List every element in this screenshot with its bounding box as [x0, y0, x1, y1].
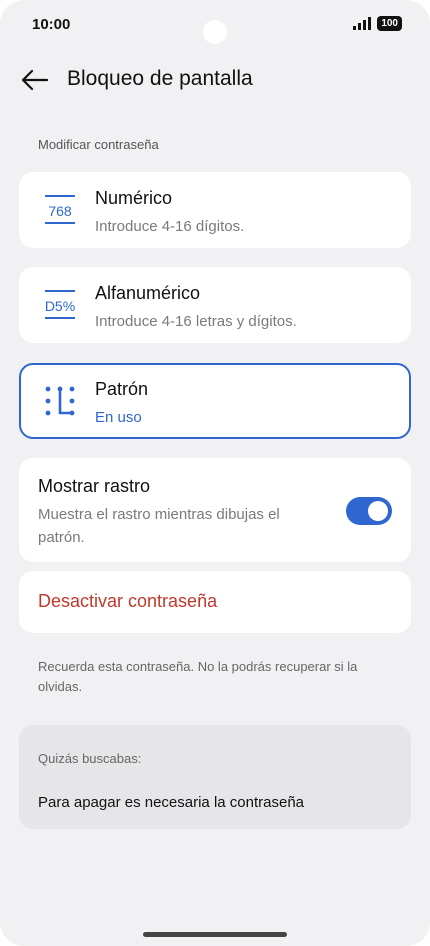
signal-icon — [353, 17, 372, 30]
alphanumeric-icon: D5% — [45, 290, 75, 319]
pattern-icon — [45, 386, 75, 416]
toggle-knob — [368, 501, 388, 521]
status-time: 10:00 — [32, 16, 71, 33]
option-numeric-title: Numérico — [95, 188, 173, 208]
option-alphanumeric-title: Alfanumérico — [95, 283, 201, 303]
option-numeric-subtitle: Introduce 4-16 dígitos. — [95, 218, 245, 235]
camera-cutout — [203, 20, 227, 44]
page-title: Bloqueo de pantalla — [67, 67, 253, 90]
alphanumeric-icon-text: D5% — [45, 298, 75, 314]
option-pattern[interactable]: Patrón En uso — [19, 363, 411, 439]
status-icons: 100 — [353, 16, 402, 31]
home-indicator[interactable] — [143, 932, 287, 937]
battery-icon: 100 — [377, 16, 402, 31]
back-button[interactable] — [16, 62, 52, 98]
option-pattern-status: En uso — [95, 409, 142, 426]
option-alphanumeric-subtitle: Introduce 4-16 letras y dígitos. — [95, 313, 297, 330]
option-pattern-title: Patrón — [95, 379, 149, 399]
option-numeric[interactable]: 768 Numérico Introduce 4-16 dígitos. — [19, 172, 411, 248]
option-alphanumeric[interactable]: D5% Alfanumérico Introduce 4-16 letras y… — [19, 267, 411, 343]
suggestion-link[interactable]: Para apagar es necesaria la contraseña — [38, 794, 304, 811]
show-trace-title: Mostrar rastro — [38, 476, 151, 496]
section-label: Modificar contraseña — [38, 137, 159, 152]
show-trace-row: Mostrar rastro Muestra el rastro mientra… — [19, 458, 411, 562]
numeric-icon: 768 — [45, 195, 75, 224]
show-trace-subtitle: Muestra el rastro mientras dibujas el pa… — [38, 506, 280, 546]
show-trace-toggle[interactable] — [346, 497, 392, 525]
phone-screen: 10:00 100 Bloqueo de pantalla Modificar … — [0, 0, 430, 946]
back-arrow-icon — [21, 69, 48, 91]
disable-password-label: Desactivar contraseña — [38, 591, 218, 611]
status-bar: 10:00 100 — [0, 0, 430, 52]
suggestions-card: Quizás buscabas: Para apagar es necesari… — [19, 725, 411, 829]
header: Bloqueo de pantalla — [0, 58, 430, 102]
numeric-icon-text: 768 — [48, 203, 72, 219]
suggestions-label: Quizás buscabas: — [38, 751, 142, 766]
disable-password-button[interactable]: Desactivar contraseña — [19, 571, 411, 633]
password-note: Recuerda esta contraseña. No la podrás r… — [38, 659, 358, 694]
